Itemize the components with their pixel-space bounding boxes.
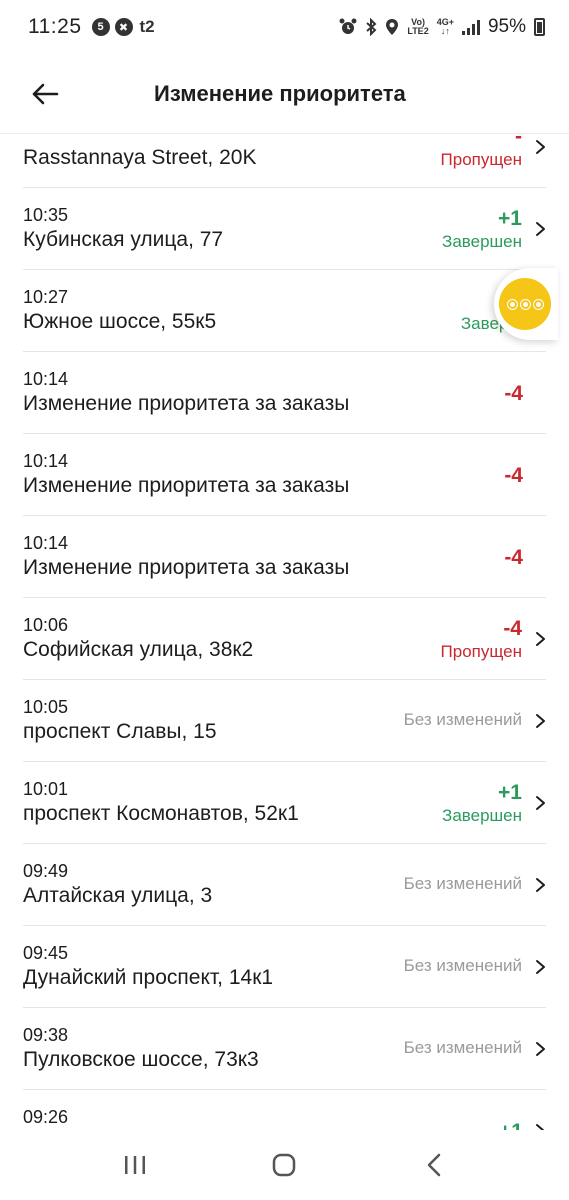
recent-apps-icon [124,1156,145,1174]
item-title: Южное шоссе, 55к5 [23,310,217,333]
app-x-icon: ✖ [114,18,133,36]
bluetooth-icon [366,18,377,36]
chevron-right-icon [536,878,545,892]
list-item: 10:14 Изменение приоритета за заказы -4 [23,434,546,516]
list-item: 10:14 Изменение приоритета за заказы -4 [23,352,546,434]
priority-delta: -4 [503,617,522,640]
status-time: 11:25 [28,15,82,38]
item-title: проспект Славы, 15 [23,720,217,743]
order-status: Завершен [442,232,522,251]
order-status: Без изменений [403,710,522,729]
top-app-bar: Изменение приоритета [0,54,569,134]
item-time: 10:14 [23,451,69,471]
support-chat-bubble[interactable] [494,268,558,340]
item-time: 10:06 [23,615,69,635]
signal-icon [461,19,480,35]
list-item: 10:14 Изменение приоритета за заказы -4 [23,516,546,598]
list-item[interactable]: 09:49 Алтайская улица, 3 Без изменений [23,844,546,926]
item-title: Пулковское шоссе, 73к3 [23,1048,259,1071]
order-status: Завершен [442,806,522,825]
system-nav-bar [0,1130,569,1200]
t2-icon: t2 [139,17,155,36]
priority-delta: +1 [498,781,522,804]
item-title: Изменение приоритета за заказы [23,474,350,497]
arrow-left-icon [32,83,59,104]
page-title: Изменение приоритета [154,80,406,106]
item-title: Rasstannaya Street, 20K [23,146,257,169]
priority-delta: -4 [504,464,523,487]
location-icon [386,19,399,35]
item-time: 09:26 [23,1107,69,1127]
chevron-right-icon [536,632,545,646]
priority-delta: +1 [498,207,522,230]
item-time: 10:14 [23,369,69,389]
nav-back-icon [427,1153,441,1177]
chevron-right-icon [536,1124,545,1130]
priority-delta: +1 [499,1120,523,1130]
item-time: 09:45 [23,943,69,963]
order-status: Без изменений [403,956,522,975]
priority-delta: -4 [504,382,523,405]
list-item[interactable]: 10:05 проспект Славы, 15 Без изменений [23,680,546,762]
network-indicator: 4G+ ↓↑ [436,17,454,36]
order-status: Пропущен [440,642,522,661]
battery-icon [534,18,545,36]
item-title: Дунайский проспект, 14к1 [23,966,274,989]
item-title: Софийская улица, 38к2 [23,638,254,661]
chevron-right-icon [536,796,545,810]
item-time: 09:49 [23,861,69,881]
back-button[interactable] [0,54,90,134]
list-item[interactable]: 09:45 Дунайский проспект, 14к1 Без изменен… [23,926,546,1008]
item-time: 10:01 [23,779,69,799]
item-title: Изменение приоритета за заказы [23,392,350,415]
list-item[interactable]: 09:38 Пулковское шоссе, 73к3 Без изменений [23,1008,546,1090]
list-item[interactable]: 10:35 Кубинская улица, 77 +1 Завершен [23,188,546,270]
item-time: 10:35 [23,205,69,225]
list-item[interactable]: 10:01 проспект Космонавтов, 52к1 +1 Заверше… [23,762,546,844]
item-title: проспект Космонавтов, 52к1 [23,802,299,825]
item-time: 10:14 [23,533,69,553]
alarm-icon [339,18,357,34]
chevron-right-icon [536,714,545,728]
recent-apps-button[interactable] [105,1135,165,1195]
chat-dots-icon [499,278,551,330]
item-title: Алтайская улица, 3 [23,884,213,907]
battery-percent: 95% [487,16,526,37]
item-time: 10:05 [23,697,69,717]
status-bar: 11:25 5 ✖ t2 Vo) LTE2 4G+ ↓↑ 95% [0,0,569,54]
order-status: Пропущен [440,150,522,169]
chevron-right-icon [536,140,545,154]
order-status: Без изменений [403,874,522,893]
chevron-right-icon [536,960,545,974]
app-5-icon: 5 [91,18,110,36]
item-title: Кубинская улица, 77 [23,228,224,251]
list-item[interactable]: 09:26 +1 [23,1090,546,1130]
list-item[interactable]: 10:27 Южное шоссе, 55к5 Заверш [23,270,546,352]
nav-back-button[interactable] [404,1135,464,1195]
item-title: Изменение приоритета за заказы [23,556,350,579]
system-icons: Vo) LTE2 4G+ ↓↑ 95% [339,16,545,38]
item-time: 09:38 [23,1025,69,1045]
chevron-right-icon [536,222,545,236]
list-item[interactable]: 10:06 Софийская улица, 38к2 -4 Пропущен [23,598,546,680]
item-time: 10:27 [23,287,69,307]
volte-indicator: Vo) LTE2 [407,17,429,36]
order-status: Без изменений [403,1038,522,1057]
notification-icons: 5 ✖ t2 [91,17,155,37]
priority-delta: -4 [504,546,523,569]
list-item[interactable]: Rasstannaya Street, 20K - Пропущен [23,135,546,188]
priority-delta: - [515,135,522,148]
chevron-right-icon [536,1042,545,1056]
priority-history-list[interactable]: Rasstannaya Street, 20K - Пропущен 10:35 Куб… [0,135,569,1130]
home-button[interactable] [254,1135,314,1195]
home-icon [273,1153,296,1177]
